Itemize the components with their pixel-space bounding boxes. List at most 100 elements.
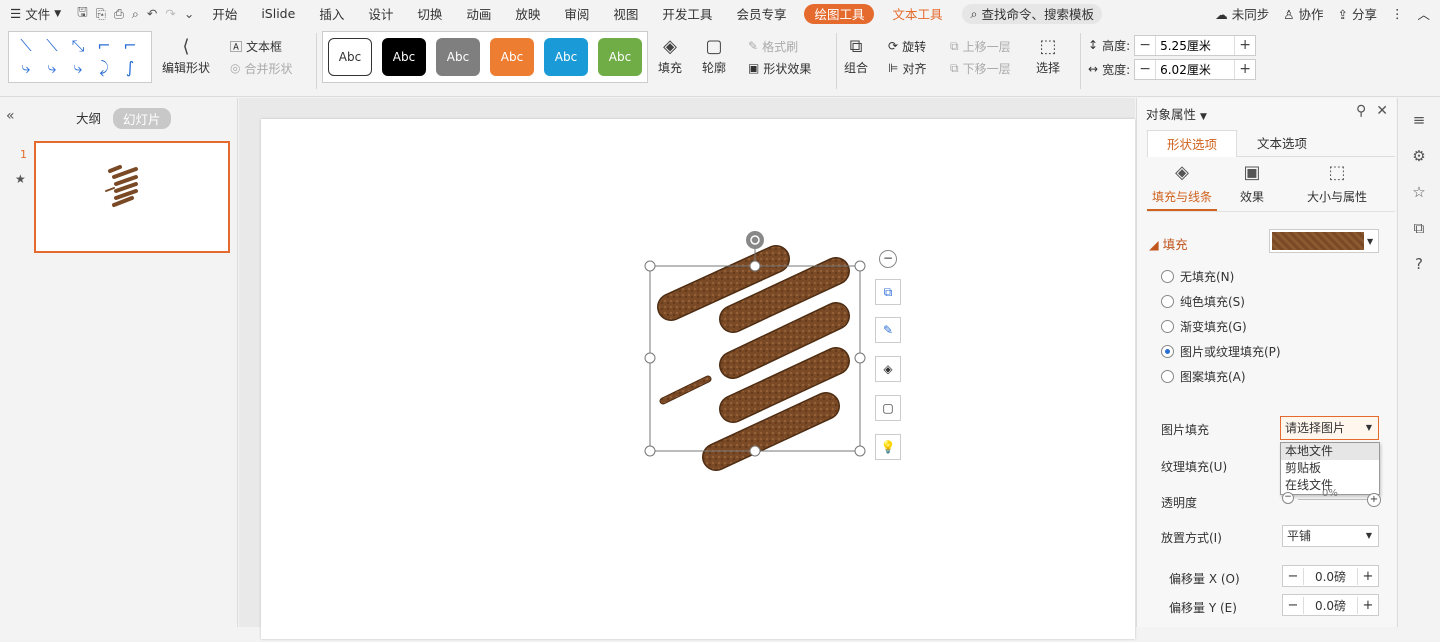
collapse-panel-icon[interactable]: «: [6, 108, 15, 124]
style-blue[interactable]: Abc: [544, 38, 588, 76]
float-fill-icon[interactable]: ◈: [875, 356, 901, 382]
bring-forward-button[interactable]: ⧉ 上移一层: [950, 35, 1011, 57]
leather-stripes[interactable]: [657, 245, 850, 471]
curve-double-arrow-icon[interactable]: ⤸: [93, 58, 115, 78]
height-stepper[interactable]: − +: [1134, 34, 1257, 56]
elbow-arrow-icon[interactable]: ⌐: [119, 36, 141, 56]
plus-icon[interactable]: +: [1235, 37, 1255, 53]
subtab-effect[interactable]: ▣ 效果: [1217, 162, 1287, 211]
send-backward-button[interactable]: ⧉ 下移一层: [950, 57, 1011, 79]
undo-icon[interactable]: ↶: [147, 6, 157, 21]
subtab-fill-line[interactable]: ◈ 填充与线条: [1147, 162, 1217, 211]
float-pen-icon[interactable]: ✎: [875, 317, 901, 343]
format-painter-button[interactable]: ✎ 格式刷: [748, 35, 811, 57]
tab-design[interactable]: 设计: [356, 0, 405, 27]
style-gray[interactable]: Abc: [436, 38, 480, 76]
pin-icon[interactable]: ⚲: [1356, 103, 1366, 119]
close-icon[interactable]: ✕: [1376, 103, 1388, 119]
tab-text-tools[interactable]: 文本工具: [880, 0, 954, 27]
resize-handle[interactable]: [854, 445, 866, 457]
resize-handle[interactable]: [644, 445, 656, 457]
tab-slideshow[interactable]: 放映: [503, 0, 552, 27]
style-black[interactable]: Abc: [382, 38, 426, 76]
minus-icon[interactable]: −: [1283, 598, 1303, 613]
elbow-connector-icon[interactable]: ⌐: [93, 36, 115, 56]
preview-icon[interactable]: ⌕: [132, 6, 139, 22]
share-button[interactable]: ⇪ 分享: [1338, 4, 1377, 23]
tab-home[interactable]: 开始: [200, 0, 249, 27]
tab-transition[interactable]: 切换: [405, 0, 454, 27]
resize-handle[interactable]: [644, 260, 656, 272]
resize-handle[interactable]: [749, 445, 761, 457]
tab-review[interactable]: 审阅: [552, 0, 601, 27]
collapse-float-icon[interactable]: −: [879, 250, 897, 268]
tab-drawing-tools[interactable]: 绘图工具: [804, 3, 875, 24]
tile-mode-select[interactable]: 平铺 ▼: [1282, 525, 1379, 547]
radio-gradient-fill[interactable]: 渐变填充(G): [1161, 318, 1247, 335]
align-button[interactable]: ⊫ 对齐: [888, 57, 926, 79]
minus-icon[interactable]: −: [1135, 37, 1155, 53]
group-button[interactable]: ⧉ 组合: [844, 35, 868, 95]
style-green[interactable]: Abc: [598, 38, 642, 76]
tab-member[interactable]: 会员专享: [724, 0, 798, 27]
curve-connector-icon[interactable]: ⤷: [41, 58, 63, 78]
shapes-gallery[interactable]: ⟍ ⟍ ⤡ ⌐ ⌐ ⤷ ⤷ ⤷ ⤸ ∫: [8, 31, 152, 83]
tab-developer[interactable]: 开发工具: [650, 0, 724, 27]
sync-button[interactable]: ☁ 未同步: [1215, 4, 1269, 23]
radio-no-fill[interactable]: 无填充(N): [1161, 268, 1234, 285]
width-stepper[interactable]: − +: [1134, 58, 1257, 80]
slide-thumbnail[interactable]: [34, 141, 230, 253]
settings-sliders-icon[interactable]: ⚙: [1398, 138, 1440, 174]
tab-shape-options[interactable]: 形状选项: [1147, 130, 1237, 157]
plus-icon[interactable]: +: [1235, 61, 1255, 77]
offset-y-value[interactable]: 0.0磅: [1303, 596, 1358, 614]
style-orange[interactable]: Abc: [490, 38, 534, 76]
slide-canvas[interactable]: − ⧉ ✎ ◈ ▢ 💡: [261, 119, 1135, 639]
print-icon[interactable]: ⎙: [114, 6, 124, 22]
shape-styles-gallery[interactable]: Abc Abc Abc Abc Abc Abc: [322, 31, 648, 83]
fill-button[interactable]: ◈ 填充: [658, 35, 682, 95]
shape-effect-button[interactable]: ▣ 形状效果: [748, 57, 811, 79]
tab-animation[interactable]: 动画: [454, 0, 503, 27]
outline-button[interactable]: ▢ 轮廓: [702, 35, 726, 95]
select-button[interactable]: ⬚ 选择: [1036, 35, 1060, 95]
plus-icon[interactable]: +: [1358, 569, 1378, 584]
picture-fill-select[interactable]: 请选择图片 ▼: [1280, 416, 1379, 440]
tab-slides[interactable]: 幻灯片: [113, 108, 171, 129]
curve-arrow-icon[interactable]: ⤷: [67, 58, 89, 78]
textbox-button[interactable]: 🄰 文本框: [230, 35, 293, 57]
copy-icon[interactable]: ⧉: [1398, 210, 1440, 246]
offset-x-stepper[interactable]: −0.0磅 +: [1282, 565, 1379, 587]
style-white[interactable]: Abc: [328, 38, 372, 76]
minus-icon[interactable]: −: [1282, 492, 1294, 504]
offset-y-stepper[interactable]: −0.0磅 +: [1282, 594, 1379, 616]
rotate-handle-icon[interactable]: [746, 231, 764, 249]
fill-section-header[interactable]: ◢ 填充: [1149, 234, 1188, 253]
more-options-icon[interactable]: ⋮: [1391, 6, 1404, 21]
radio-pattern-fill[interactable]: 图案填充(A): [1161, 368, 1246, 385]
float-outline-icon[interactable]: ▢: [875, 395, 901, 421]
fill-preview-dropdown[interactable]: ▼: [1269, 229, 1379, 253]
menu-item-local-file[interactable]: 本地文件: [1281, 443, 1379, 460]
file-menu[interactable]: ☰ 文件 ▼: [0, 0, 71, 27]
line-shape-icon[interactable]: ⟍: [15, 36, 37, 56]
plus-icon[interactable]: +: [1358, 598, 1378, 613]
elbow-double-arrow-icon[interactable]: ⤷: [15, 58, 37, 78]
save-icon[interactable]: 🖫: [77, 3, 88, 24]
collab-button[interactable]: ♙ 协作: [1283, 4, 1323, 23]
edit-shape-button[interactable]: ⟨ 编辑形状: [162, 35, 210, 95]
menu-lines-icon[interactable]: ≡: [1398, 102, 1440, 138]
redo-icon[interactable]: ↷: [165, 6, 175, 21]
help-icon[interactable]: ?: [1398, 246, 1440, 282]
resize-handle[interactable]: [854, 352, 866, 364]
rotate-button[interactable]: ⟳ 旋转: [888, 35, 926, 57]
arrow-shape-icon[interactable]: ⟍: [41, 36, 63, 56]
merge-shape-button[interactable]: ◎ 合并形状: [230, 57, 293, 79]
star-icon[interactable]: ☆: [1398, 174, 1440, 210]
export-icon[interactable]: ⎘: [96, 6, 106, 22]
subtab-size-props[interactable]: ⬚ 大小与属性: [1287, 162, 1387, 211]
resize-handle[interactable]: [749, 260, 761, 272]
command-search[interactable]: ⌕ 查找命令、搜索模板: [962, 3, 1103, 24]
tab-insert[interactable]: 插入: [307, 0, 356, 27]
tab-islide[interactable]: iSlide: [249, 0, 307, 27]
